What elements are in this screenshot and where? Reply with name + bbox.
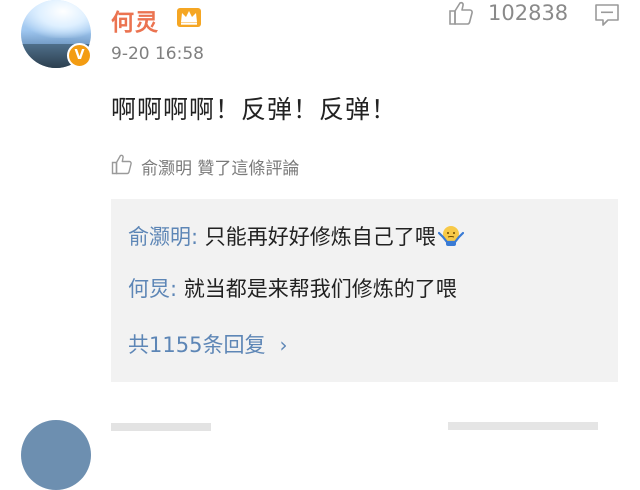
reply-text: 只能再好好修炼自己了喂	[204, 225, 436, 249]
next-comment-header-stub	[111, 423, 211, 431]
chevron-right-icon: ›	[279, 333, 288, 357]
liked-by-text: 俞灏明 贊了這條評論	[141, 159, 300, 179]
reply-item: 何炅: 就当都是来帮我们修炼的了喂	[128, 273, 457, 303]
reply-author[interactable]: 何炅	[128, 277, 170, 301]
thumbs-up-icon[interactable]	[448, 0, 474, 26]
replies-panel: 俞灏明: 只能再好好修炼自己了喂 何炅: 就当都是来帮我们修炼的了喂 共1155…	[111, 199, 618, 382]
reply-text: 就当都是来帮我们修炼的了喂	[183, 277, 457, 301]
more-replies-label: 共1155条回复	[128, 333, 266, 357]
like-count: 102838	[488, 1, 569, 25]
shrug-emoji-icon	[437, 226, 464, 246]
author-name[interactable]: 何灵	[111, 3, 159, 37]
comment-text: 啊啊啊啊！反弹！反弹！	[111, 95, 398, 124]
reply-item: 俞灏明: 只能再好好修炼自己了喂	[128, 221, 464, 251]
verified-badge-icon: V	[67, 43, 92, 68]
reply-author[interactable]: 俞灏明	[128, 225, 191, 249]
comment-reply-icon[interactable]	[594, 3, 620, 27]
crown-icon	[177, 8, 201, 27]
more-replies-link[interactable]: 共1155条回复 ›	[128, 329, 287, 359]
reply-separator: :	[191, 225, 205, 249]
reply-separator: :	[170, 277, 184, 301]
avatar-sky	[21, 0, 91, 38]
comment-timestamp: 9-20 16:58	[111, 44, 204, 64]
next-comment-avatar[interactable]	[21, 420, 91, 490]
thumbs-up-small-icon	[111, 154, 132, 175]
